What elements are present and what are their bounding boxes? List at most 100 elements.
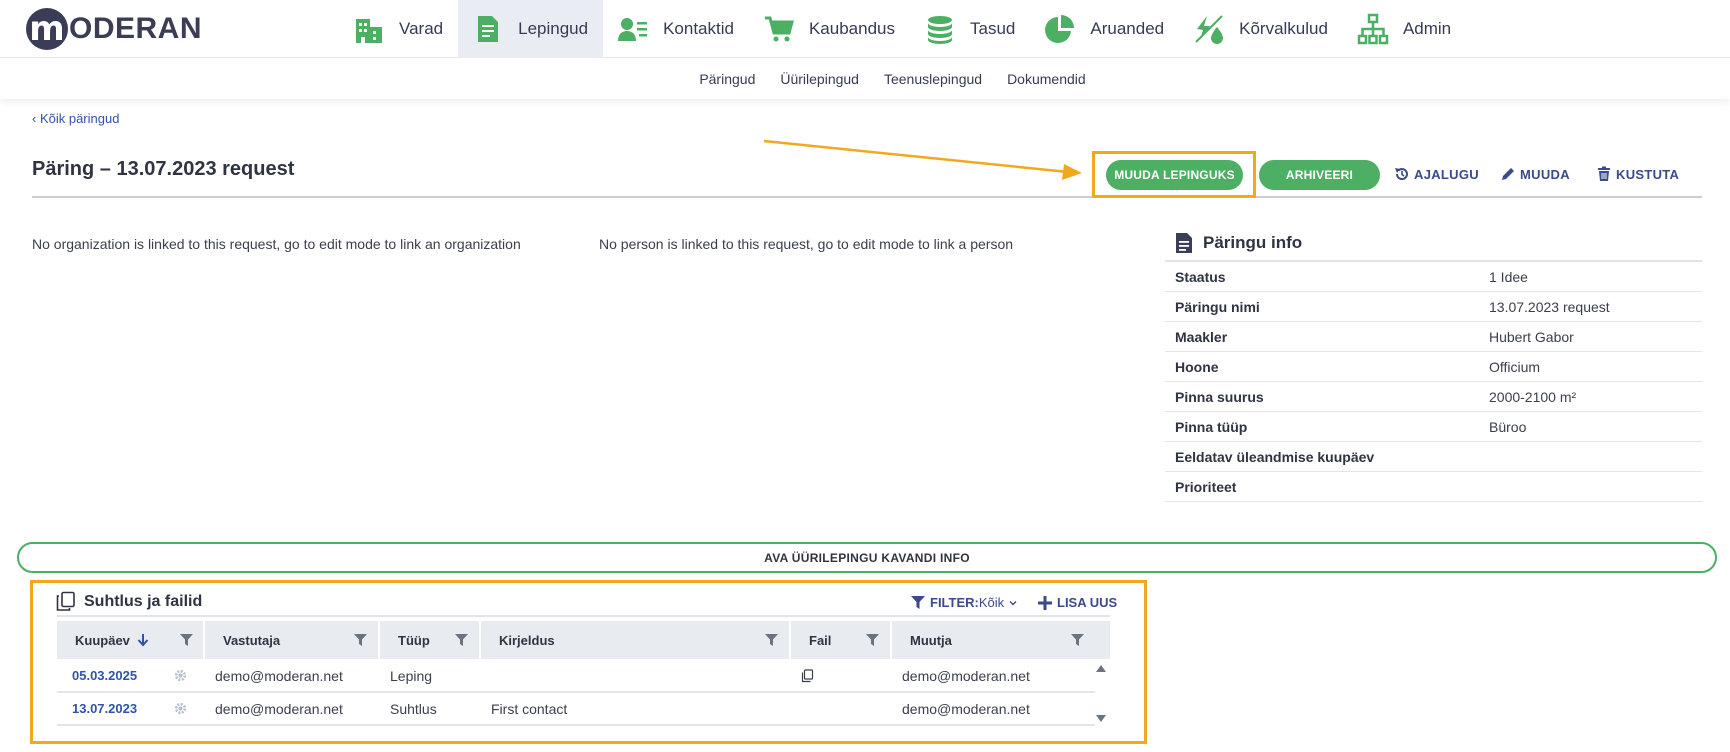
contact-card-icon bbox=[618, 18, 648, 41]
column-header-fail[interactable]: Fail bbox=[809, 621, 831, 659]
nav-item-tasud[interactable]: Tasud bbox=[910, 0, 1030, 58]
column-header-muutja[interactable]: Muutja bbox=[910, 621, 952, 659]
archive-button[interactable]: ARHIVEERI bbox=[1259, 160, 1380, 190]
nav-item-admin[interactable]: Admin bbox=[1343, 0, 1466, 58]
info-panel-title: Päringu info bbox=[1175, 232, 1302, 254]
subnav-item-dokumendid[interactable]: Dokumendid bbox=[1007, 71, 1086, 87]
info-key: Pinna tüüp bbox=[1175, 418, 1248, 435]
filter-icon[interactable] bbox=[180, 634, 193, 647]
row-settings[interactable] bbox=[174, 660, 187, 691]
pencil-icon bbox=[1502, 168, 1514, 180]
info-value: 1 Idee bbox=[1489, 268, 1528, 285]
document-icon bbox=[1176, 233, 1192, 253]
row-type: Suhtlus bbox=[390, 700, 437, 717]
history-button[interactable]: AJALUGU bbox=[1394, 166, 1479, 182]
column-header-kirjeldus[interactable]: Kirjeldus bbox=[499, 621, 555, 659]
open-lease-draft-info-button[interactable]: AVA ÜÜRILEPINGU KAVANDI INFO bbox=[17, 542, 1717, 573]
trash-icon bbox=[1598, 166, 1610, 181]
subnav-item-paringud[interactable]: Päringud bbox=[699, 71, 755, 87]
row-modifier: demo@moderan.net bbox=[902, 700, 1030, 717]
info-row-paringu-nimi: Päringu nimi 13.07.2023 request bbox=[1165, 292, 1702, 322]
nav-item-aruanded[interactable]: Aruanded bbox=[1030, 0, 1179, 58]
copy-files-icon bbox=[56, 591, 75, 611]
info-row-prioriteet: Prioriteet bbox=[1165, 472, 1702, 502]
subnav-item-uurilepingud[interactable]: Üürilepingud bbox=[780, 71, 859, 87]
filter-icon[interactable] bbox=[455, 634, 468, 647]
sub-nav: Päringud Üürilepingud Teenuslepingud Dok… bbox=[0, 59, 1730, 99]
info-value: 13.07.2023 request bbox=[1489, 298, 1610, 315]
scroll-down-arrow[interactable] bbox=[1096, 714, 1106, 722]
info-row-pinna-suurus: Pinna suurus 2000-2100 m² bbox=[1165, 382, 1702, 412]
filter-value: Kõik bbox=[978, 595, 1005, 610]
info-key: Prioriteet bbox=[1175, 478, 1237, 495]
nav-label: Kõrvalkulud bbox=[1239, 19, 1328, 38]
back-link[interactable]: ‹ Kõik päringud bbox=[32, 111, 119, 126]
info-row-staatus: Staatus 1 Idee bbox=[1165, 262, 1702, 292]
table-row[interactable]: 13.07.2023 demo@moderan.net Suhtlus Firs… bbox=[57, 693, 1095, 726]
filter-dropdown[interactable]: FILTER: Kõik bbox=[911, 595, 1023, 610]
filter-icon[interactable] bbox=[765, 634, 778, 647]
chevron-down-icon bbox=[1009, 600, 1017, 605]
organization-note: No organization is linked to this reques… bbox=[32, 236, 521, 252]
column-separator bbox=[789, 621, 791, 659]
nav-label: Varad bbox=[399, 19, 444, 38]
gear-icon bbox=[174, 669, 187, 682]
filter-icon[interactable] bbox=[354, 634, 367, 647]
nav-item-korvalkulud[interactable]: Kõrvalkulud bbox=[1179, 0, 1343, 58]
table-row[interactable]: 05.03.2025 demo@moderan.net Leping demo@… bbox=[57, 660, 1095, 693]
row-settings[interactable] bbox=[174, 693, 187, 724]
plus-icon bbox=[1038, 595, 1052, 610]
row-date-link[interactable]: 13.07.2023 bbox=[72, 693, 137, 724]
column-separator bbox=[479, 621, 481, 659]
info-key: Maakler bbox=[1175, 328, 1228, 345]
page-title: Päring – 13.07.2023 request bbox=[32, 158, 295, 180]
edit-button[interactable]: MUUDA bbox=[1500, 166, 1570, 182]
nav-item-lepingud[interactable]: Lepingud bbox=[458, 0, 604, 58]
filter-icon bbox=[911, 595, 925, 609]
convert-to-contract-button[interactable]: MUUDA LEPINGUKS bbox=[1106, 160, 1243, 190]
communication-divider bbox=[57, 615, 1110, 617]
info-row-maakler: Maakler Hubert Gabor bbox=[1165, 322, 1702, 352]
nav-item-varad[interactable]: Varad bbox=[339, 0, 458, 58]
scroll-up-arrow[interactable] bbox=[1096, 665, 1106, 673]
info-title-label: Päringu info bbox=[1203, 233, 1303, 252]
info-value: Officium bbox=[1489, 358, 1541, 375]
info-key: Eeldatav üleandmise kuupäev bbox=[1175, 448, 1375, 465]
communication-title: Suhtlus ja failid bbox=[55, 591, 202, 612]
column-header-kuupaev[interactable]: Kuupäev bbox=[75, 621, 149, 659]
history-icon bbox=[1395, 168, 1408, 181]
column-header-tuup[interactable]: Tüüp bbox=[398, 621, 430, 659]
delete-button[interactable]: KUSTUTA bbox=[1596, 166, 1679, 182]
info-row-uleandmise-kuupaev: Eeldatav üleandmise kuupäev bbox=[1165, 442, 1702, 472]
column-separator bbox=[890, 621, 892, 659]
row-file[interactable] bbox=[800, 660, 814, 691]
nav-label: Kontaktid bbox=[663, 19, 734, 38]
communication-title-label: Suhtlus ja failid bbox=[84, 592, 203, 610]
coins-icon bbox=[928, 16, 952, 44]
filter-icon[interactable] bbox=[866, 634, 879, 647]
add-new-button[interactable]: LISA UUS bbox=[1038, 595, 1117, 610]
row-type: Leping bbox=[390, 667, 433, 684]
info-value: Hubert Gabor bbox=[1489, 328, 1574, 345]
subnav-item-teenuslepingud[interactable]: Teenuslepingud bbox=[884, 71, 982, 87]
logo-text: ODERAN bbox=[69, 12, 203, 45]
delete-label: KUSTUTA bbox=[1616, 166, 1680, 182]
edit-label: MUUDA bbox=[1520, 166, 1570, 182]
communication-grid-header: Kuupäev Vastutaja Tüüp Kirjeldus Fail Mu… bbox=[57, 621, 1110, 659]
logo-mark: m bbox=[26, 8, 68, 50]
column-header-vastutaja[interactable]: Vastutaja bbox=[223, 621, 280, 659]
info-key: Staatus bbox=[1175, 268, 1226, 285]
row-modifier: demo@moderan.net bbox=[902, 667, 1030, 684]
sort-desc-icon bbox=[137, 633, 149, 646]
moderan-logo[interactable]: m ODERAN bbox=[26, 7, 202, 51]
top-bar: m ODERAN Varad Lepingud Kontaktid Kauban… bbox=[0, 0, 1730, 58]
add-new-label: LISA UUS bbox=[1057, 595, 1118, 610]
document-icon bbox=[478, 16, 499, 42]
column-separator bbox=[378, 621, 380, 659]
title-divider bbox=[32, 196, 1702, 198]
nav-item-kontaktid[interactable]: Kontaktid bbox=[603, 0, 749, 58]
person-note: No person is linked to this request, go … bbox=[599, 236, 1014, 252]
nav-item-kaubandus[interactable]: Kaubandus bbox=[749, 0, 910, 58]
row-date-link[interactable]: 05.03.2025 bbox=[72, 660, 137, 691]
filter-icon[interactable] bbox=[1071, 634, 1084, 647]
